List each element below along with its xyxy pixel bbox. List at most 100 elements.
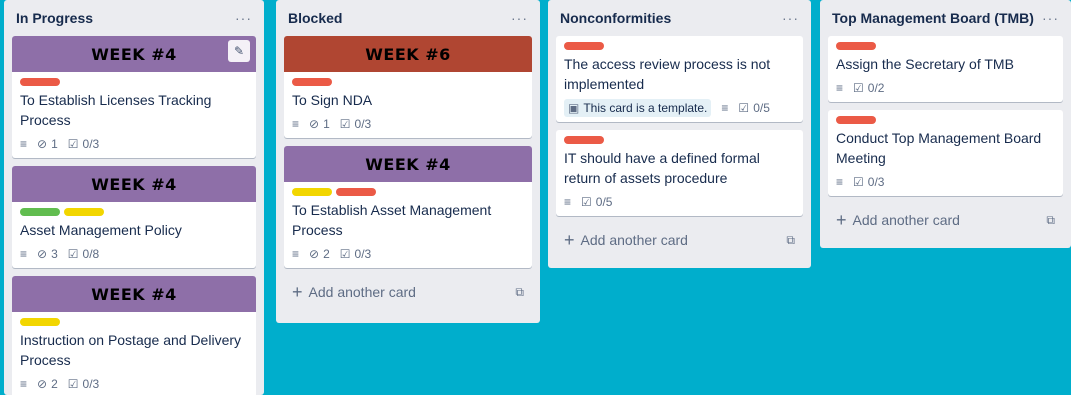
attachment-count: 2 [51,377,58,391]
checklist-count: 0/5 [595,195,613,209]
label-green[interactable] [20,208,60,216]
list-in-progress: In Progress ··· WEEK #4 ✎ To Establish L… [4,0,264,395]
card-badges: ≡ ⊘ 1 ☑ 0/3 [292,114,524,134]
list-header: Top Management Board (TMB) ··· [828,0,1063,36]
list-title: Top Management Board (TMB) [832,10,1034,26]
template-icon: ▣ [568,101,580,115]
checklist-count: 0/8 [82,247,100,261]
add-card-button[interactable]: + Add another card ⧉ [556,224,803,256]
description-icon: ≡ [20,377,28,391]
label-red[interactable] [564,42,604,50]
card-title: Conduct Top Management Board Meeting [836,130,1042,166]
list-blocked: Blocked ··· WEEK #6 To Sign NDA ≡ ⊘ 1 ☑ 0/… [276,0,540,323]
list-header: Blocked ··· [284,0,532,36]
add-card-button[interactable]: + Add another card ⧉ [284,276,532,308]
card-cover: WEEK #4 [12,166,256,202]
checklist-icon: ☑ [853,81,864,95]
card-title: To Sign NDA [292,92,373,108]
card[interactable]: WEEK #4 Instruction on Postage and Deliv… [12,276,256,395]
card-labels [20,318,248,326]
card[interactable]: The access review process is not impleme… [556,36,803,122]
label-red[interactable] [836,42,876,50]
card[interactable]: Conduct Top Management Board Meeting ≡ ☑… [828,110,1063,196]
card-template-icon[interactable]: ⧉ [786,233,795,248]
board: In Progress ··· WEEK #4 ✎ To Establish L… [0,0,1071,395]
attachment-icon: ⊘ [37,377,48,391]
card-labels [20,208,248,216]
attachment-count: 1 [323,117,330,131]
attachment-count: 3 [51,247,58,261]
card-cover: WEEK #4 [12,36,256,72]
checklist-icon: ☑ [581,195,592,209]
list-title: In Progress [16,10,94,26]
description-icon: ≡ [20,247,28,261]
attachment-icon: ⊘ [37,137,48,151]
card-labels [564,136,795,144]
list-menu-icon[interactable]: ··· [1042,10,1059,26]
description-icon: ≡ [836,81,844,95]
description-icon: ≡ [721,101,729,115]
label-yellow[interactable] [292,188,332,196]
attachment-count: 1 [51,137,58,151]
card[interactable]: IT should have a defined formal return o… [556,130,803,216]
card-labels [564,42,795,50]
card-labels [292,78,524,86]
list-title: Blocked [288,10,343,26]
list-header: Nonconformities ··· [556,0,803,36]
plus-icon: + [292,282,303,302]
card-template-icon[interactable]: ⧉ [1046,213,1055,228]
card[interactable]: WEEK #4 Asset Management Policy ≡ ⊘ 3 ☑ 0/… [12,166,256,268]
add-card-button[interactable]: + Add another card ⧉ [828,204,1063,236]
card-template-icon[interactable]: ⧉ [515,285,524,300]
checklist-icon: ☑ [67,247,79,261]
plus-icon: + [836,210,847,230]
label-red[interactable] [564,136,604,144]
list-menu-icon[interactable]: ··· [782,10,799,26]
card-badges: ≡ ☑ 0/2 [836,78,1055,98]
card-badges: ≡ ⊘ 2 ☑ 0/3 [20,374,248,394]
label-red[interactable] [20,78,60,86]
card[interactable]: WEEK #4 To Establish Asset Management Pr… [284,146,532,268]
description-icon: ≡ [292,247,300,261]
card[interactable]: Assign the Secretary of TMB ≡ ☑ 0/2 [828,36,1063,102]
card-cover: WEEK #6 [284,36,532,72]
label-yellow[interactable] [20,318,60,326]
card-badges: ≡ ☑ 0/3 [836,172,1055,192]
card-title: The access review process is not impleme… [564,56,771,92]
description-icon: ≡ [564,195,572,209]
checklist-icon: ☑ [853,175,864,189]
card-title: Instruction on Postage and Delivery Proc… [20,332,242,368]
card-title: IT should have a defined formal return o… [564,150,760,186]
list-menu-icon[interactable]: ··· [511,10,528,26]
label-yellow[interactable] [64,208,104,216]
card-cover: WEEK #4 [284,146,532,182]
attachment-count: 2 [323,247,330,261]
card-labels [836,116,1055,124]
checklist-icon: ☑ [339,247,351,261]
card-badges: ≡ ⊘ 2 ☑ 0/3 [292,244,524,264]
label-red[interactable] [836,116,876,124]
description-icon: ≡ [20,137,28,151]
label-red[interactable] [336,188,376,196]
attachment-icon: ⊘ [309,117,320,131]
checklist-count: 0/3 [867,175,885,189]
checklist-icon: ☑ [67,137,79,151]
add-card-label: Add another card [580,232,688,248]
card[interactable]: WEEK #6 To Sign NDA ≡ ⊘ 1 ☑ 0/3 [284,36,532,138]
label-red[interactable] [292,78,332,86]
card-title: To Establish Licenses Tracking Process [20,92,212,128]
checklist-count: 0/3 [354,117,372,131]
template-badge: ▣ This card is a template. [564,99,712,117]
card[interactable]: WEEK #4 ✎ To Establish Licenses Tracking… [12,36,256,158]
add-card-label: Add another card [852,212,960,228]
list-menu-icon[interactable]: ··· [235,10,252,26]
list-nonconformities: Nonconformities ··· The access review pr… [548,0,811,268]
checklist-icon: ☑ [67,377,79,391]
description-icon: ≡ [836,175,844,189]
edit-pencil-icon[interactable]: ✎ [228,40,250,62]
card-badges: ≡ ⊘ 3 ☑ 0/8 [20,244,248,264]
card-labels [20,78,248,86]
card-labels [292,188,524,196]
checklist-count: 0/5 [753,101,770,115]
checklist-icon: ☑ [339,117,351,131]
